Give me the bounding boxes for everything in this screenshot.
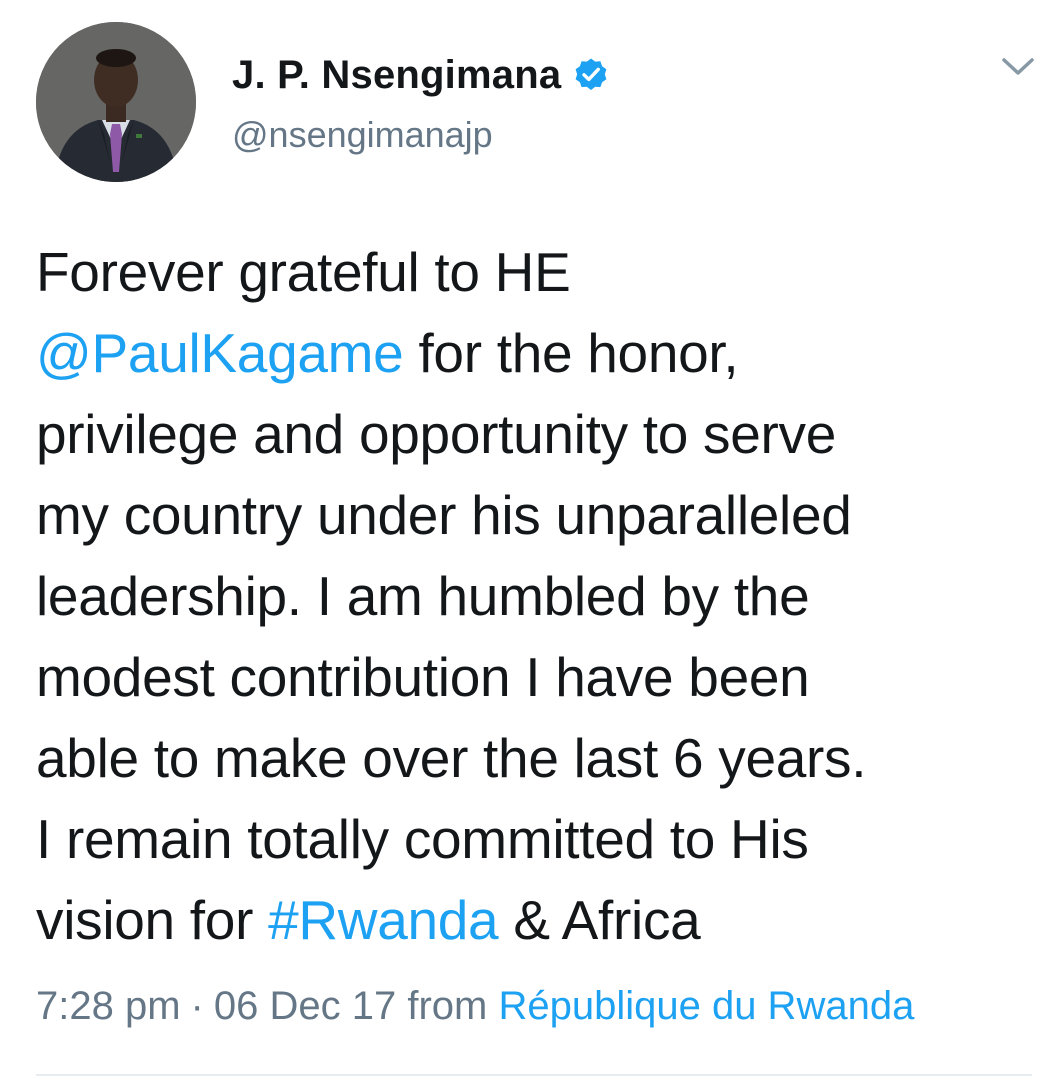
tweet-text-line: @PaulKagame for the honor, bbox=[36, 313, 1036, 394]
tweet-date[interactable]: 06 Dec 17 bbox=[214, 984, 396, 1028]
hashtag-link[interactable]: #Rwanda bbox=[268, 889, 499, 951]
tweet-text-line: vision for #Rwanda & Africa bbox=[36, 880, 1036, 961]
tweet-time[interactable]: 7:28 pm bbox=[36, 984, 181, 1028]
from-label: from bbox=[407, 984, 488, 1028]
tweet-text-line: Forever grateful to HE bbox=[36, 232, 1036, 313]
tweet-source-link[interactable]: République du Rwanda bbox=[498, 984, 914, 1028]
tweet-text-segment: leadership. I am humbled by the bbox=[36, 565, 810, 627]
tweet-text-segment: privilege and opportunity to serve bbox=[36, 403, 837, 465]
avatar[interactable] bbox=[36, 22, 196, 182]
chevron-down-icon[interactable] bbox=[996, 50, 1040, 82]
avatar-photo bbox=[36, 22, 196, 182]
mention-link[interactable]: @PaulKagame bbox=[36, 322, 404, 384]
tweet-text-line: I remain totally committed to His bbox=[36, 799, 1036, 880]
tweet-text-segment: able to make over the last 6 years. bbox=[36, 727, 867, 789]
tweet-text-segment: for the honor, bbox=[403, 322, 739, 384]
author-handle[interactable]: @nsengimanajp bbox=[232, 114, 493, 156]
tweet-text-segment: vision for bbox=[36, 889, 269, 951]
divider bbox=[36, 1074, 1032, 1076]
author-display-name[interactable]: J. P. Nsengimana bbox=[232, 53, 561, 98]
tweet-text-line: my country under his unparalleled bbox=[36, 475, 1036, 556]
tweet-text-segment: & Africa bbox=[498, 889, 701, 951]
tweet-text-line: able to make over the last 6 years. bbox=[36, 718, 1036, 799]
tweet-text-line: privilege and opportunity to serve bbox=[36, 394, 1036, 475]
tweet-text-segment: my country under his unparalleled bbox=[36, 484, 852, 546]
tweet-text-segment: I remain totally committed to His bbox=[36, 808, 809, 870]
author-name-row[interactable]: J. P. Nsengimana bbox=[232, 52, 609, 98]
tweet-text-segment: Forever grateful to HE bbox=[36, 241, 571, 303]
tweet-text-line: leadership. I am humbled by the bbox=[36, 556, 1036, 637]
verified-badge-icon bbox=[573, 57, 609, 93]
tweet-text-line: modest contribution I have been bbox=[36, 637, 1036, 718]
meta-separator: · bbox=[190, 984, 204, 1028]
tweet-meta: 7:28 pm · 06 Dec 17 from République du Rwa… bbox=[36, 984, 914, 1029]
tweet-text: Forever grateful to HE @PaulKagame for th… bbox=[36, 232, 1036, 961]
tweet-card: J. P. Nsengimana @nsengimanajp Forever g… bbox=[0, 0, 1063, 1080]
tweet-text-segment: modest contribution I have been bbox=[36, 646, 810, 708]
